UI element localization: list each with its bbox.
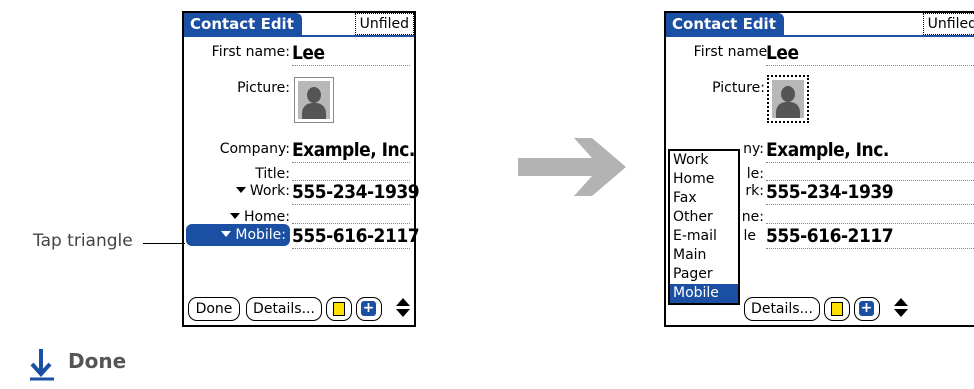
phone-type-popup-list[interactable]: Work Home Fax Other E-mail Main Pager Mo…	[668, 149, 740, 305]
triangle-icon[interactable]	[221, 231, 232, 237]
popup-item-main[interactable]: Main	[670, 246, 738, 265]
work-label-text: Work:	[249, 183, 290, 199]
work-value[interactable]: 555-234-1939	[766, 181, 894, 203]
add-field-button[interactable]: +	[356, 297, 382, 321]
mobile-underline	[766, 248, 974, 249]
category-selector[interactable]: Unfiled	[922, 13, 974, 35]
callout-label: Tap triangle	[33, 231, 133, 251]
title-bar: Contact Edit Unfiled	[184, 13, 414, 37]
scroll-down-icon[interactable]	[396, 309, 410, 317]
category-selector[interactable]: Unfiled	[354, 13, 414, 35]
callout-leader-line	[143, 243, 185, 244]
scroll-arrows[interactable]	[396, 297, 410, 319]
note-button[interactable]	[326, 297, 352, 321]
plus-icon: +	[361, 300, 376, 316]
contact-edit-screen-before: Contact Edit Unfiled First name: Lee Pic…	[182, 11, 420, 327]
company-value[interactable]: Example, Inc.	[292, 139, 415, 161]
picture-label: Picture:	[237, 80, 290, 96]
popup-item-home[interactable]: Home	[670, 170, 738, 189]
triangle-icon[interactable]	[229, 213, 240, 219]
company-underline	[766, 162, 974, 163]
mobile-label-text: Mobile:	[235, 227, 286, 243]
mobile-label-highlighted[interactable]: Mobile:	[186, 224, 290, 246]
work-value[interactable]: 555-234-1939	[292, 181, 420, 203]
title-bar: Contact Edit Unfiled	[666, 13, 974, 37]
popup-item-other[interactable]: Other	[670, 208, 738, 227]
done-heading: Done	[68, 349, 127, 373]
mobile-value[interactable]: 555-616-2117	[766, 225, 894, 247]
button-bar: Done Details... +	[184, 297, 414, 321]
note-icon	[333, 302, 345, 316]
first-name-label: First name:	[211, 44, 290, 60]
popup-item-mobile-selected[interactable]: Mobile	[670, 284, 738, 303]
mobile-value[interactable]: 555-616-2117	[292, 225, 420, 247]
triangle-icon[interactable]	[235, 187, 246, 193]
details-button[interactable]: Details...	[744, 297, 820, 321]
note-button[interactable]	[824, 297, 850, 321]
home-label-text: Home:	[243, 209, 290, 225]
company-value[interactable]: Example, Inc.	[766, 139, 889, 161]
picture-thumbnail[interactable]	[294, 77, 334, 123]
popup-item-work[interactable]: Work	[670, 151, 738, 170]
popup-item-email[interactable]: E-mail	[670, 227, 738, 246]
add-field-button[interactable]: +	[854, 297, 880, 321]
down-arrow-icon	[30, 349, 54, 381]
home-underline	[292, 223, 410, 224]
first-name-value[interactable]: Lee	[292, 42, 325, 64]
work-label[interactable]: Work:	[190, 180, 290, 202]
work-label-partial: rk:	[745, 183, 764, 199]
details-button[interactable]: Details...	[246, 297, 322, 321]
company-underline	[292, 162, 410, 163]
screen-title: Contact Edit	[184, 13, 302, 35]
popup-item-fax[interactable]: Fax	[670, 189, 738, 208]
first-name-underline	[292, 65, 410, 66]
company-label: Company:	[219, 141, 290, 157]
note-icon	[831, 302, 843, 316]
home-underline	[766, 223, 974, 224]
first-name-underline	[766, 65, 974, 66]
work-underline	[766, 204, 974, 205]
picture-thumbnail[interactable]	[767, 75, 809, 123]
scroll-up-icon[interactable]	[396, 298, 410, 306]
picture-label: Picture:	[712, 80, 765, 96]
work-underline	[292, 204, 410, 205]
first-name-value[interactable]: Lee	[766, 42, 799, 64]
first-name-label: First name:	[693, 44, 772, 60]
popup-item-pager[interactable]: Pager	[670, 265, 738, 284]
company-label-partial: ny:	[743, 141, 764, 157]
scroll-down-icon[interactable]	[894, 309, 908, 317]
scroll-up-icon[interactable]	[894, 298, 908, 306]
contact-edit-screen-after: Contact Edit Unfiled First name: Lee Pic…	[664, 11, 974, 327]
done-button[interactable]: Done	[188, 297, 240, 321]
screen-title: Contact Edit	[666, 13, 784, 35]
plus-icon: +	[859, 300, 874, 316]
scroll-arrows[interactable]	[894, 297, 908, 319]
mobile-underline	[292, 248, 410, 249]
right-arrow-icon	[518, 138, 626, 196]
